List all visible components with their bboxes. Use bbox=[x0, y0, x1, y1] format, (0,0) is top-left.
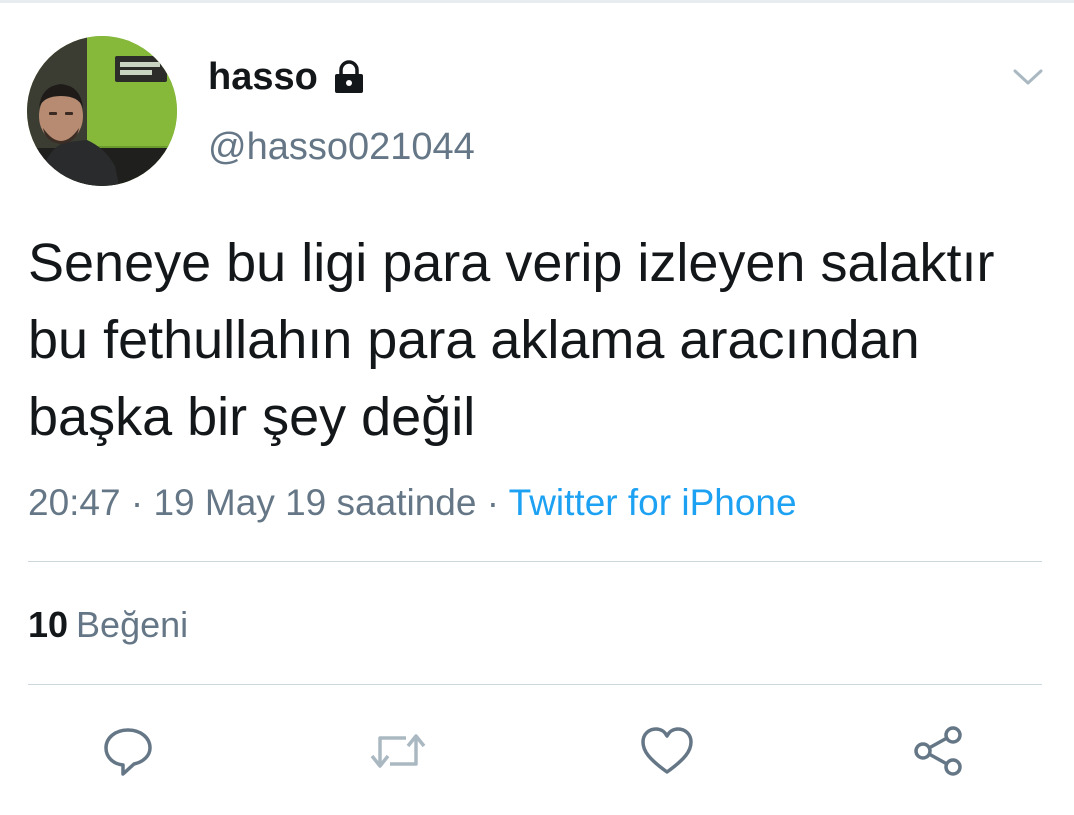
tweet-source-link[interactable]: Twitter for iPhone bbox=[509, 482, 797, 523]
share-button[interactable] bbox=[908, 721, 968, 781]
retweet-icon bbox=[368, 724, 428, 778]
profile-photo bbox=[27, 36, 177, 186]
like-icon bbox=[639, 725, 695, 777]
divider bbox=[28, 684, 1042, 685]
tweet-detail: hasso @hasso021044 Seneye bu ligi para v… bbox=[0, 0, 1074, 815]
divider bbox=[28, 561, 1042, 562]
display-name[interactable]: hasso bbox=[208, 53, 318, 101]
likes-count: 10 bbox=[28, 604, 69, 645]
tweet-text: Seneye bu ligi para verip izleyen salakt… bbox=[28, 233, 995, 447]
likes-label: Beğeni bbox=[76, 604, 189, 645]
retweet-button[interactable] bbox=[368, 721, 428, 781]
like-button[interactable] bbox=[637, 721, 697, 781]
share-icon bbox=[910, 723, 966, 779]
meta-separator: · bbox=[486, 482, 500, 523]
avatar[interactable] bbox=[27, 36, 177, 186]
reply-icon bbox=[101, 724, 155, 778]
likes-stat[interactable]: 10 Beğeni bbox=[28, 601, 188, 649]
user-handle[interactable]: @hasso021044 bbox=[208, 123, 475, 171]
meta-separator: · bbox=[130, 482, 144, 523]
tweet-date: 19 May 19 saatinde bbox=[153, 482, 477, 523]
chevron-down-icon[interactable] bbox=[1010, 59, 1046, 95]
tweet-time: 20:47 bbox=[28, 482, 121, 523]
tweet-meta: 20:47 · 19 May 19 saatinde · Twitter for… bbox=[28, 479, 797, 527]
reply-button[interactable] bbox=[98, 721, 158, 781]
display-name-row: hasso bbox=[208, 53, 366, 101]
lock-icon bbox=[332, 60, 366, 94]
